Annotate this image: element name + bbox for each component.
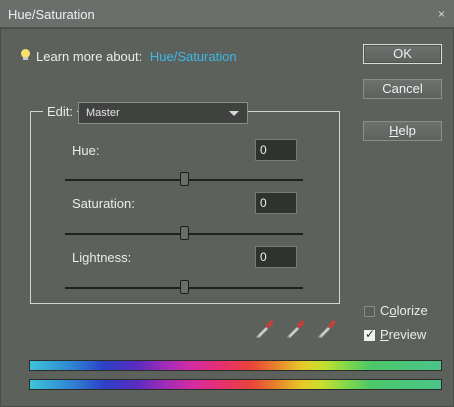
eyedropper-minus-icon[interactable] [316,317,338,339]
colorize-checkbox[interactable] [364,306,375,317]
colorize-label-post: lorize [396,303,428,318]
preview-checkbox[interactable]: ✓ [364,327,376,341]
preview-label[interactable]: Preview [380,327,426,342]
colorize-mnemonic: o [389,303,397,318]
help-label-rest: elp [398,123,416,138]
help-button[interactable]: Help [363,121,442,141]
hue-label: Hue: [72,143,100,158]
saturation-label: Saturation: [72,196,135,211]
colorize-label[interactable]: Colorize [380,303,428,318]
eyedropper-icon[interactable] [254,317,276,339]
lightness-label: Lightness: [72,250,132,265]
edit-channel-value: Master [86,107,120,119]
lightbulb-icon [21,49,30,60]
learn-more-label: Learn more about: [36,49,143,64]
cancel-button[interactable]: Cancel [363,79,442,99]
close-icon[interactable]: × [438,7,445,21]
ok-button[interactable]: OK [363,44,442,64]
edit-channel-select[interactable]: Master [78,102,248,124]
saturation-slider-thumb[interactable] [180,226,189,240]
checkmark-icon: ✓ [365,327,376,341]
lightness-slider-thumb[interactable] [180,280,189,294]
lightness-input[interactable]: 0 [255,246,297,268]
input-color-bar [29,360,442,371]
saturation-input[interactable]: 0 [255,192,297,214]
preview-label-post: review [388,327,427,342]
window-title: Hue/Saturation [8,7,95,22]
learn-more-link[interactable]: Hue/Saturation [150,49,237,64]
title-bar: Hue/Saturation × [0,0,454,28]
learn-more: Learn more about: Hue/Saturation [36,49,237,64]
help-mnemonic: H [389,123,399,138]
eyedropper-plus-icon[interactable] [285,317,307,339]
output-color-bar [29,379,442,390]
preview-mnemonic: P [380,327,389,342]
hue-slider-thumb[interactable] [180,172,189,186]
colorize-label-pre: C [380,303,390,318]
hue-input[interactable]: 0 [255,139,297,161]
edit-label: Edit: [43,104,78,119]
chevron-down-icon [229,111,239,116]
